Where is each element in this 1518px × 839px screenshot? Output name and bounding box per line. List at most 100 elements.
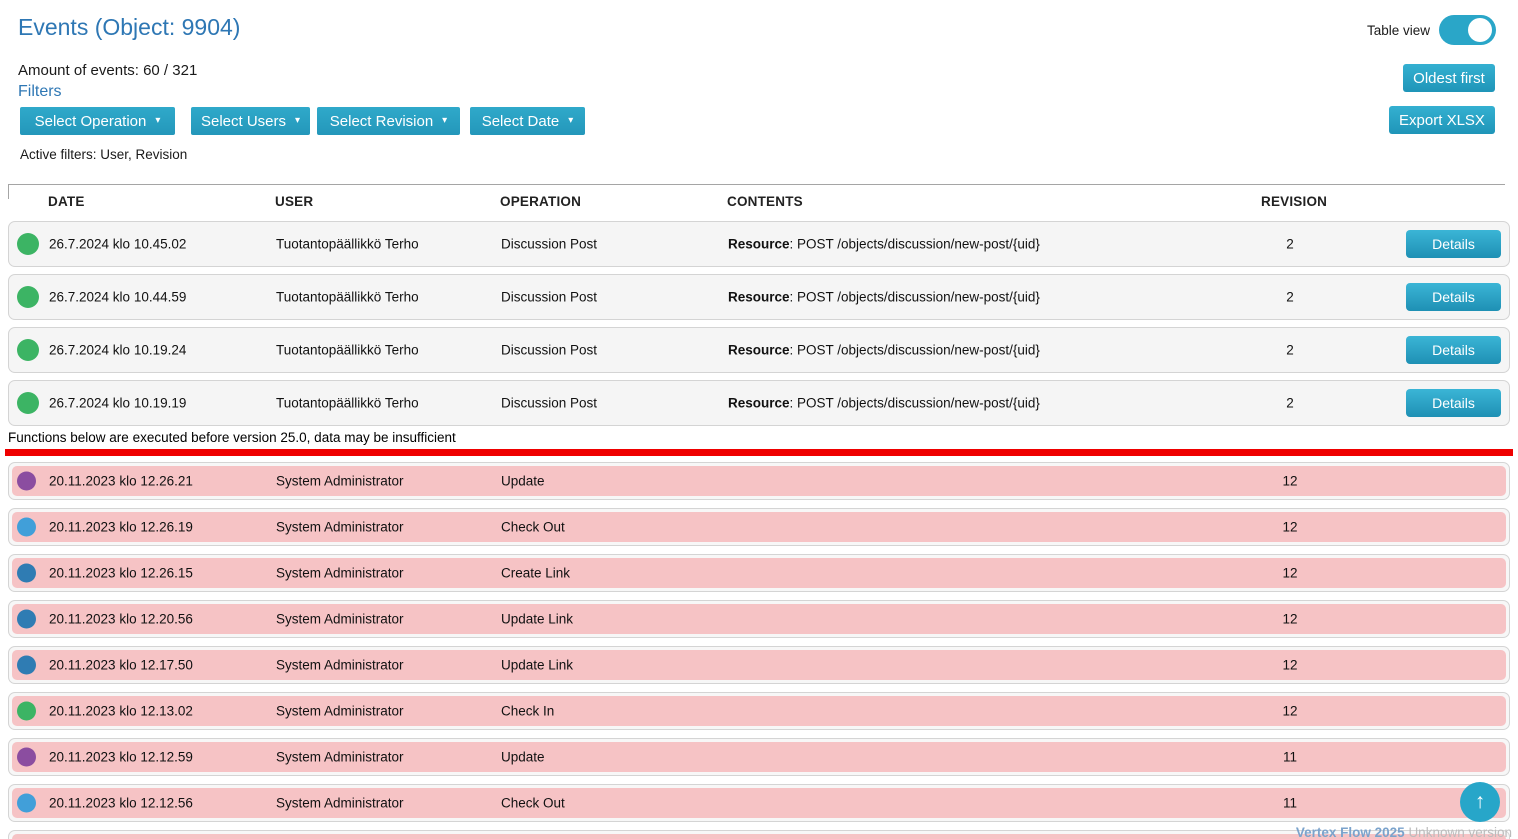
table-view-label: Table view [1367, 23, 1430, 38]
event-row-old: 20.11.2023 klo 12.12.56 System Administr… [8, 784, 1510, 822]
select-date-label: Select Date [482, 113, 560, 130]
old-row-highlight [12, 834, 1506, 839]
event-user: System Administrator [276, 704, 404, 719]
event-user: Tuotantopäällikkö Terho [276, 237, 419, 252]
events-page: Events (Object: 9904) Amount of events: … [0, 0, 1518, 839]
event-row-old: 20.11.2023 klo 12.26.19 System Administr… [8, 508, 1510, 546]
amount-of-events: Amount of events: 60 / 321 [18, 62, 197, 79]
event-row-old: 20.11.2023 klo 12.26.21 System Administr… [8, 462, 1510, 500]
event-operation: Discussion Post [501, 396, 597, 411]
event-date: 20.11.2023 klo 12.12.59 [49, 750, 193, 765]
select-date-dropdown[interactable]: Select Date ▾ [470, 107, 585, 135]
event-row-old: 20.11.2023 klo 12.20.56 System Administr… [8, 600, 1510, 638]
event-date: 20.11.2023 klo 12.12.56 [49, 796, 193, 811]
chevron-down-icon: ▾ [568, 116, 573, 126]
event-date: 26.7.2024 klo 10.19.19 [49, 396, 186, 411]
event-user: Tuotantopäällikkö Terho [276, 343, 419, 358]
warning-divider [5, 449, 1513, 456]
event-date: 20.11.2023 klo 12.26.15 [49, 566, 193, 581]
event-date: 20.11.2023 klo 12.26.21 [49, 474, 193, 489]
event-status-dot [17, 286, 39, 308]
chevron-down-icon: ▾ [295, 116, 300, 126]
event-revision: 12 [1230, 704, 1350, 719]
table-left-border [8, 184, 9, 199]
event-operation: Update [501, 474, 545, 489]
event-revision: 2 [1230, 290, 1350, 305]
up-arrow-icon: ↑ [1475, 790, 1486, 814]
column-header-user: USER [275, 194, 313, 209]
column-header-date: DATE [48, 194, 85, 209]
event-status-dot [17, 392, 39, 414]
event-operation: Update Link [501, 658, 573, 673]
event-status-dot [17, 472, 36, 491]
event-contents: Resource: POST /objects/discussion/new-p… [728, 343, 1040, 358]
event-user: System Administrator [276, 566, 404, 581]
details-button[interactable]: Details [1406, 283, 1501, 311]
event-revision: 2 [1230, 237, 1350, 252]
select-operation-dropdown[interactable]: Select Operation ▾ [20, 107, 175, 135]
select-revision-dropdown[interactable]: Select Revision ▾ [317, 107, 460, 135]
event-row: 26.7.2024 klo 10.19.24 Tuotantopäällikkö… [8, 327, 1510, 373]
event-operation: Update [501, 750, 545, 765]
event-revision: 11 [1230, 750, 1350, 765]
scroll-to-top-button[interactable]: ↑ [1460, 782, 1500, 822]
select-users-label: Select Users [201, 113, 286, 130]
event-row: 26.7.2024 klo 10.19.19 Tuotantopäällikkö… [8, 380, 1510, 426]
event-row: 26.7.2024 klo 10.45.02 Tuotantopäällikkö… [8, 221, 1510, 267]
event-status-dot [17, 748, 36, 767]
footer-brand: Vertex Flow 2025 [1296, 825, 1405, 839]
chevron-down-icon: ▾ [155, 116, 160, 126]
event-user: System Administrator [276, 796, 404, 811]
chevron-down-icon: ▾ [442, 116, 447, 126]
event-revision: 12 [1230, 658, 1350, 673]
event-status-dot [17, 794, 36, 813]
column-header-contents: CONTENTS [727, 194, 803, 209]
event-operation: Check In [501, 704, 554, 719]
event-status-dot [17, 656, 36, 675]
event-user: System Administrator [276, 658, 404, 673]
event-date: 26.7.2024 klo 10.45.02 [49, 237, 186, 252]
version-warning-text: Functions below are executed before vers… [8, 430, 456, 445]
page-title: Events (Object: 9904) [18, 14, 240, 41]
event-user: System Administrator [276, 612, 404, 627]
event-row-old-partial [8, 830, 1510, 839]
details-button[interactable]: Details [1406, 336, 1501, 364]
footer-version: Unknown version [1408, 825, 1512, 839]
event-operation: Discussion Post [501, 237, 597, 252]
event-revision: 2 [1230, 343, 1350, 358]
event-revision: 12 [1230, 474, 1350, 489]
event-contents: Resource: POST /objects/discussion/new-p… [728, 396, 1040, 411]
event-date: 20.11.2023 klo 12.20.56 [49, 612, 193, 627]
event-user: System Administrator [276, 750, 404, 765]
details-button[interactable]: Details [1406, 389, 1501, 417]
event-user: Tuotantopäällikkö Terho [276, 396, 419, 411]
event-row: 26.7.2024 klo 10.44.59 Tuotantopäällikkö… [8, 274, 1510, 320]
event-row-old: 20.11.2023 klo 12.26.15 System Administr… [8, 554, 1510, 592]
event-revision: 12 [1230, 520, 1350, 535]
event-revision: 12 [1230, 612, 1350, 627]
active-filters-text: Active filters: User, Revision [20, 147, 187, 162]
event-operation: Discussion Post [501, 290, 597, 305]
app-footer: Vertex Flow 2025 Unknown version [1296, 825, 1512, 839]
event-row-old: 20.11.2023 klo 12.17.50 System Administr… [8, 646, 1510, 684]
event-operation: Check Out [501, 796, 565, 811]
event-row-old: 20.11.2023 klo 12.12.59 System Administr… [8, 738, 1510, 776]
event-date: 20.11.2023 klo 12.13.02 [49, 704, 193, 719]
select-users-dropdown[interactable]: Select Users ▾ [191, 107, 310, 135]
event-user: Tuotantopäällikkö Terho [276, 290, 419, 305]
event-status-dot [17, 339, 39, 361]
event-status-dot [17, 233, 39, 255]
event-user: System Administrator [276, 520, 404, 535]
event-status-dot [17, 564, 36, 583]
event-operation: Create Link [501, 566, 570, 581]
details-button[interactable]: Details [1406, 230, 1501, 258]
oldest-first-button[interactable]: Oldest first [1403, 64, 1495, 92]
event-operation: Discussion Post [501, 343, 597, 358]
event-status-dot [17, 518, 36, 537]
select-revision-label: Select Revision [330, 113, 433, 130]
event-operation: Check Out [501, 520, 565, 535]
table-top-border [8, 184, 1505, 185]
table-view-toggle[interactable] [1439, 15, 1496, 45]
export-xlsx-button[interactable]: Export XLSX [1389, 106, 1495, 134]
filters-link[interactable]: Filters [18, 83, 62, 101]
